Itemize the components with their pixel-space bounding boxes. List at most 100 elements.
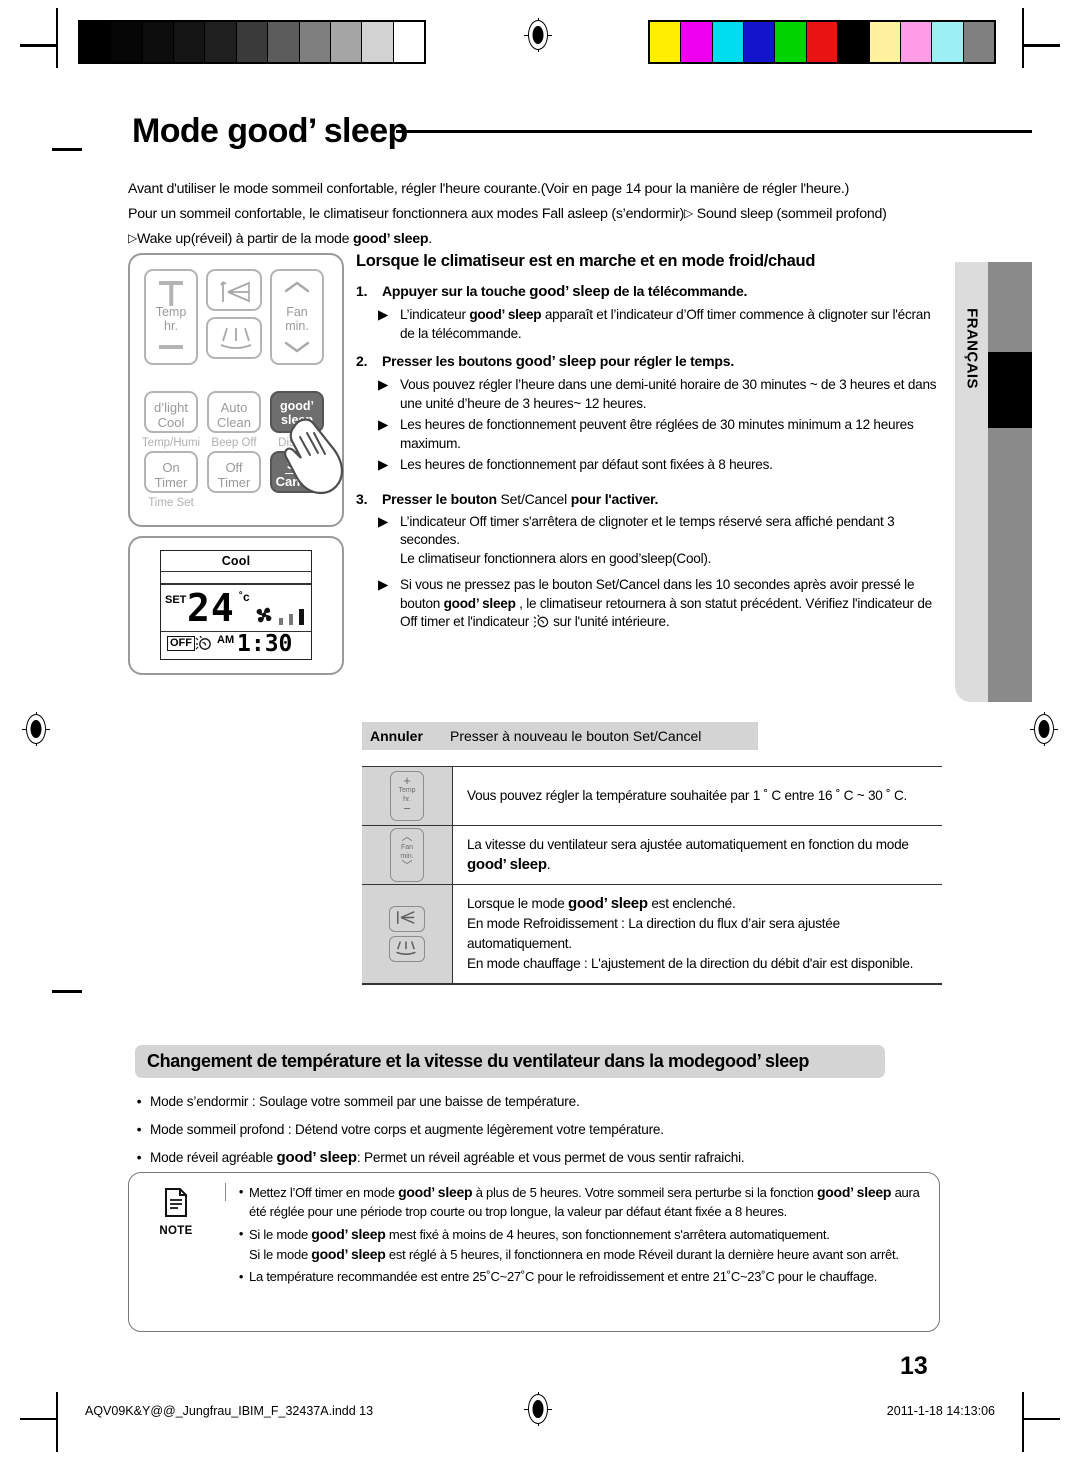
intro-line3-c: . bbox=[428, 231, 432, 247]
footer-filename: AQV09K&Y@@_Jungfrau_IBIM_F_32437A.indd 1… bbox=[85, 1404, 374, 1418]
list-item: • Si le mode good’ sleep mest fixé à moi… bbox=[233, 1225, 925, 1264]
remote-autoclean-label-1: Auto bbox=[220, 400, 248, 415]
note-1-a: Mettez l’Off timer en mode bbox=[249, 1185, 399, 1200]
intro-line-1: Avant d'utiliser le mode sommeil confort… bbox=[128, 181, 850, 197]
lcd-off-badge: OFF bbox=[167, 635, 195, 651]
note-2-b: mest fixé à moins de 4 heures, son fonct… bbox=[385, 1227, 830, 1242]
cancel-row-value: Presser à nouveau le bouton Set/Cancel bbox=[450, 728, 702, 744]
footer-timestamp: 2011-1-18 14:13:06 bbox=[886, 1404, 995, 1418]
lcd-display-illustration: Cool SET 24 ˚c OFF AM 1:30 bbox=[128, 536, 344, 675]
list-item: • Mode réveil agréable good’ sleep: Perm… bbox=[128, 1148, 940, 1167]
temp-plus-glyph: + bbox=[403, 773, 411, 788]
page-title-row: Mode good’ sleep bbox=[132, 112, 1032, 168]
print-footer: AQV09K&Y@@_Jungfrau_IBIM_F_32437A.indd 1… bbox=[0, 1404, 1080, 1428]
step-3-text-b: pour l'activer. bbox=[567, 490, 659, 507]
feature-icon-cell: + Temp hr. − bbox=[362, 767, 453, 825]
color-swatch bbox=[900, 22, 933, 62]
bullet-dot-icon: • bbox=[136, 1122, 142, 1137]
list-item: • Mettez l’Off timer en mode good’ sleep… bbox=[233, 1183, 925, 1221]
remote-ontimer-button[interactable]: On Timer bbox=[144, 451, 198, 493]
remote-offtimer-button[interactable]: Off Timer bbox=[207, 451, 261, 493]
step-3-bullet-2: ▶ Si vous ne pressez pas le bouton Set/C… bbox=[356, 576, 942, 632]
lcd-degree-unit: ˚c bbox=[239, 589, 250, 604]
intro-line-2: Pour un sommeil confortable, le climatis… bbox=[128, 204, 940, 224]
feature-row-1-text: Vous pouvez régler la température souhai… bbox=[467, 788, 908, 803]
s3b1: L’indicateur Off timer s'arrêtera de cli… bbox=[400, 513, 895, 566]
remote-swing-vertical-button[interactable] bbox=[206, 269, 262, 311]
feature-icon-cell: ︿ Fan min. ﹀ bbox=[362, 826, 453, 884]
feature-row-2-text-b: . bbox=[546, 857, 551, 872]
intro-line2-a: Pour un sommeil confortable, le climatis… bbox=[128, 206, 685, 222]
grayscale-swatch bbox=[142, 22, 175, 62]
color-swatch bbox=[932, 22, 964, 62]
s3b2-brand: good’ sleep bbox=[443, 595, 516, 611]
feature-text-cell: Vous pouvez régler la température souhai… bbox=[453, 767, 942, 825]
remote-ontimer-label-1: On bbox=[162, 460, 180, 475]
fan-up-glyph: ︿ bbox=[401, 831, 413, 843]
lcd-divider-1 bbox=[161, 571, 311, 573]
note-2-a: Si le mode bbox=[249, 1227, 312, 1242]
grayscale-swatch bbox=[393, 22, 424, 62]
bottom-bullet-2: Mode sommeil profond : Détend votre corp… bbox=[150, 1122, 664, 1137]
document-note-icon bbox=[165, 1188, 187, 1217]
feature-row-2-text-a: La vitesse du ventilateur sera ajustée a… bbox=[467, 837, 909, 852]
remote-fan-label-1: Fan bbox=[286, 305, 308, 319]
grayscale-swatch bbox=[111, 22, 143, 62]
intro-line2-b: Sound sleep (sommeil profond) bbox=[696, 206, 887, 222]
page-title-prefix: Mode bbox=[132, 112, 219, 150]
side-tab-label: FRANÇAIS bbox=[963, 308, 980, 389]
step-3-text: Presser le bouton Set/Cancel pour l'acti… bbox=[382, 491, 942, 507]
remote-temp-label-2: hr. bbox=[164, 319, 178, 333]
remote-swing-horizontal-button[interactable] bbox=[206, 317, 262, 359]
remote-timeset-sublabel: Time Set bbox=[148, 497, 194, 509]
s1b1-brand: good’ sleep bbox=[469, 307, 542, 322]
registration-mark-right bbox=[1030, 712, 1058, 746]
note-label: NOTE bbox=[159, 1225, 193, 1237]
grayscale-swatch bbox=[80, 22, 112, 62]
intro-line3-a: Wake up(réveil) à partir de la mode bbox=[136, 231, 350, 247]
minus-icon bbox=[159, 345, 183, 349]
step-2-text-b: pour régler le temps. bbox=[596, 353, 735, 369]
margin-dash-top-left bbox=[52, 148, 82, 151]
grayscale-swatch bbox=[205, 22, 237, 62]
bottom-bullet-1: Mode s’endormir : Soulage votre sommeil … bbox=[150, 1094, 580, 1109]
triangle-icon: ▷ bbox=[684, 206, 694, 220]
step-1-brand: good’ sleep bbox=[529, 283, 610, 300]
temp-button-icon: + Temp hr. − bbox=[390, 771, 424, 821]
step-2: 2. Presser les boutons good’ sleep pour … bbox=[356, 353, 942, 370]
feature-icon-cell bbox=[362, 885, 453, 983]
remote-fan-button[interactable]: Fan min. bbox=[270, 269, 324, 365]
remote-autoclean-label-2: Clean bbox=[217, 415, 251, 430]
feature-table: + Temp hr. − Vous pouvez régler la tempé… bbox=[362, 766, 942, 985]
page-title-brand: good’ sleep bbox=[227, 112, 408, 150]
table-row: Lorsque le mode good’ sleep est enclench… bbox=[362, 885, 942, 985]
remote-goodsleep-label-1: good’ bbox=[279, 399, 314, 413]
color-swatch bbox=[712, 22, 745, 62]
color-calibration-bar bbox=[648, 20, 996, 64]
color-swatch bbox=[869, 22, 901, 62]
temp-minus-glyph: − bbox=[403, 801, 411, 816]
fan-icon bbox=[256, 607, 272, 623]
title-underline bbox=[396, 130, 1032, 133]
remote-dlight-cool-button[interactable]: d’light Cool bbox=[144, 391, 198, 433]
step-3-bullet-1: ▶ L’indicateur Off timer s'arrêtera de c… bbox=[356, 513, 942, 569]
note-3: La température recommandée est entre 25˚… bbox=[249, 1269, 878, 1284]
good-sleep-icon bbox=[195, 635, 211, 650]
lcd-set-label: SET bbox=[165, 593, 187, 606]
manual-page: Mode good’ sleep Avant d'utiliser le mod… bbox=[0, 0, 1080, 1476]
grayscale-swatch bbox=[268, 22, 300, 62]
note-2-b2: est réglé à 5 heures, il fonctionnera en… bbox=[385, 1246, 899, 1262]
step-2-bullet-3: ▶ Les heures de fonctionnement par défau… bbox=[356, 456, 942, 475]
bottom-bullet-3-b: : Permet un réveil agréable et vous perm… bbox=[356, 1150, 745, 1165]
grayscale-swatch bbox=[330, 22, 363, 62]
list-item: • Mode s’endormir : Soulage votre sommei… bbox=[128, 1092, 940, 1111]
remote-temp-button[interactable]: Temp hr. bbox=[144, 269, 198, 365]
feature-row-3-line-3: En mode chauffage : L'ajustement de la d… bbox=[467, 956, 914, 971]
step-2-bullet-2: ▶ Les heures de fonctionnement peuvent ê… bbox=[356, 416, 942, 453]
temp-icon-label-1: Temp bbox=[398, 787, 416, 794]
remote-autoclean-button[interactable]: Auto Clean bbox=[207, 391, 261, 433]
side-language-tab: FRANÇAIS bbox=[955, 262, 988, 702]
step-2-brand: good’ sleep bbox=[515, 353, 597, 370]
chevron-down-icon bbox=[284, 341, 310, 353]
bullet-arrow-icon: ▶ bbox=[378, 307, 389, 322]
